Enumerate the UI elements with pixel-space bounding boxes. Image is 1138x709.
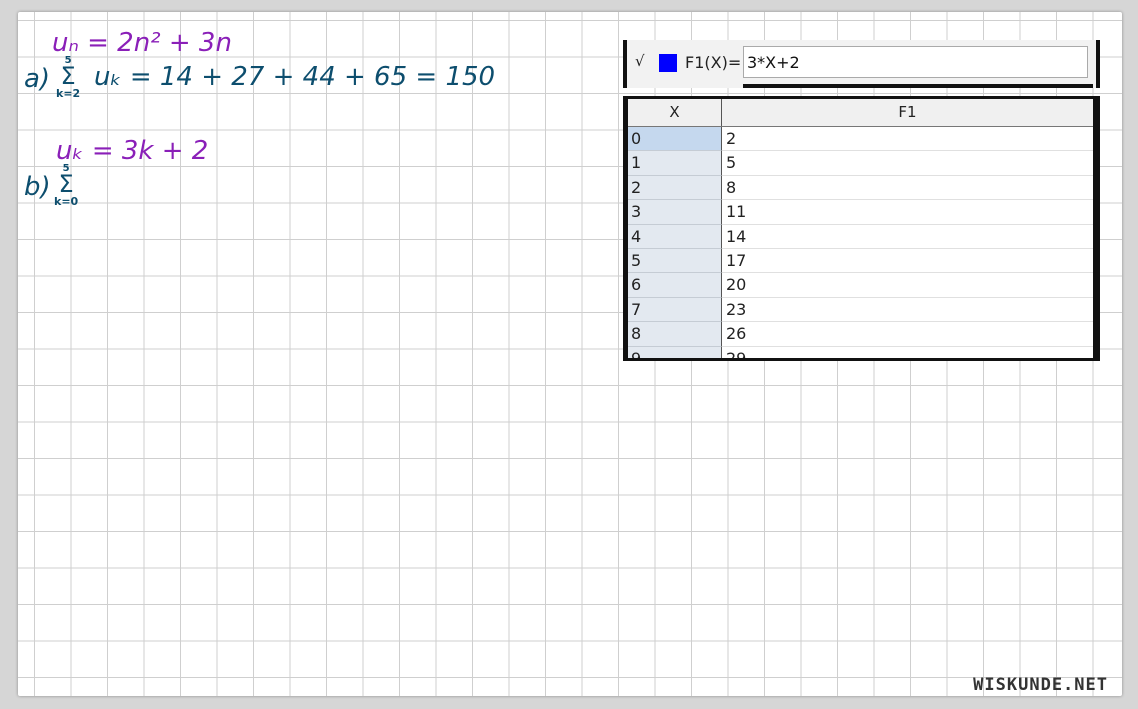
function-label: F1(X)= (685, 53, 742, 72)
table-row[interactable]: 6 20 (628, 273, 1093, 298)
watermark-logo: WISKUNDE.NET (973, 675, 1108, 695)
cell-x[interactable]: 6 (628, 273, 722, 298)
formula-un: uₙ = 2n² + 3n (52, 28, 232, 58)
sigma-b-symbol: Σ (58, 170, 74, 198)
table-row[interactable]: 5 17 (628, 248, 1093, 274)
cell-x[interactable]: 5 (628, 248, 722, 274)
table-row[interactable]: 02 (628, 127, 1093, 152)
table-row[interactable]: 7 23 (628, 297, 1093, 323)
table-header: X F1 (628, 99, 1093, 127)
cell-x[interactable]: 9 (628, 346, 722, 358)
cell-x[interactable]: 7 (628, 297, 722, 323)
part-b-label: b) (24, 172, 51, 202)
cell-f1[interactable]: 11 (722, 200, 1093, 225)
cell-f1[interactable]: 5 (722, 151, 1093, 176)
sigma-a-symbol: Σ (60, 62, 76, 90)
cell-x[interactable]: 1 (628, 151, 722, 176)
cell-f1[interactable]: 23 (722, 298, 1093, 323)
cell-f1[interactable]: 29 (722, 347, 1093, 358)
sigma-a: 5 Σ k=2 (56, 56, 80, 99)
part-a-label: a) (24, 64, 51, 94)
cell-f1[interactable]: 8 (722, 176, 1093, 201)
cell-f1[interactable]: 20 (722, 273, 1093, 298)
cell-x[interactable]: 3 (628, 200, 722, 225)
sigma-b: 5 Σ k=0 (54, 164, 78, 207)
table-row[interactable]: 15 (628, 151, 1093, 176)
table-row[interactable]: 28 (628, 175, 1093, 201)
function-expression-input[interactable]: 3*X+2 (743, 46, 1088, 78)
cell-f1[interactable]: 17 (722, 249, 1093, 274)
cell-f1[interactable]: 26 (722, 322, 1093, 347)
cell-x[interactable]: 0 (628, 127, 722, 152)
check-icon[interactable]: √ (635, 52, 645, 70)
part-a-expression: uₖ = 14 + 27 + 44 + 65 = 150 (94, 62, 496, 92)
cell-x[interactable]: 4 (628, 224, 722, 249)
table-row[interactable]: 4 14 (628, 224, 1093, 249)
table-row[interactable]: 8 26 (628, 322, 1093, 347)
cell-f1[interactable]: 2 (722, 127, 1093, 152)
function-editor: √ F1(X)= 3*X+2 (623, 40, 1100, 88)
cell-x[interactable]: 2 (628, 175, 722, 201)
value-table: X F1 02 15 28 3 11 4 14 5 17 6 20 7 23 8 26 92… (623, 96, 1100, 361)
header-x[interactable]: X (628, 99, 722, 126)
sigma-a-lower: k=2 (56, 86, 81, 100)
cell-f1[interactable]: 14 (722, 225, 1093, 249)
header-f1[interactable]: F1 (722, 99, 1093, 126)
color-swatch[interactable] (659, 54, 677, 72)
table-row[interactable]: 3 11 (628, 200, 1093, 225)
table-row[interactable]: 9 29 (628, 346, 1093, 358)
formula-uk: uₖ = 3k + 2 (56, 136, 209, 166)
cell-x[interactable]: 8 (628, 322, 722, 347)
editor-divider (743, 84, 1093, 88)
sigma-b-lower: k=0 (54, 194, 79, 208)
